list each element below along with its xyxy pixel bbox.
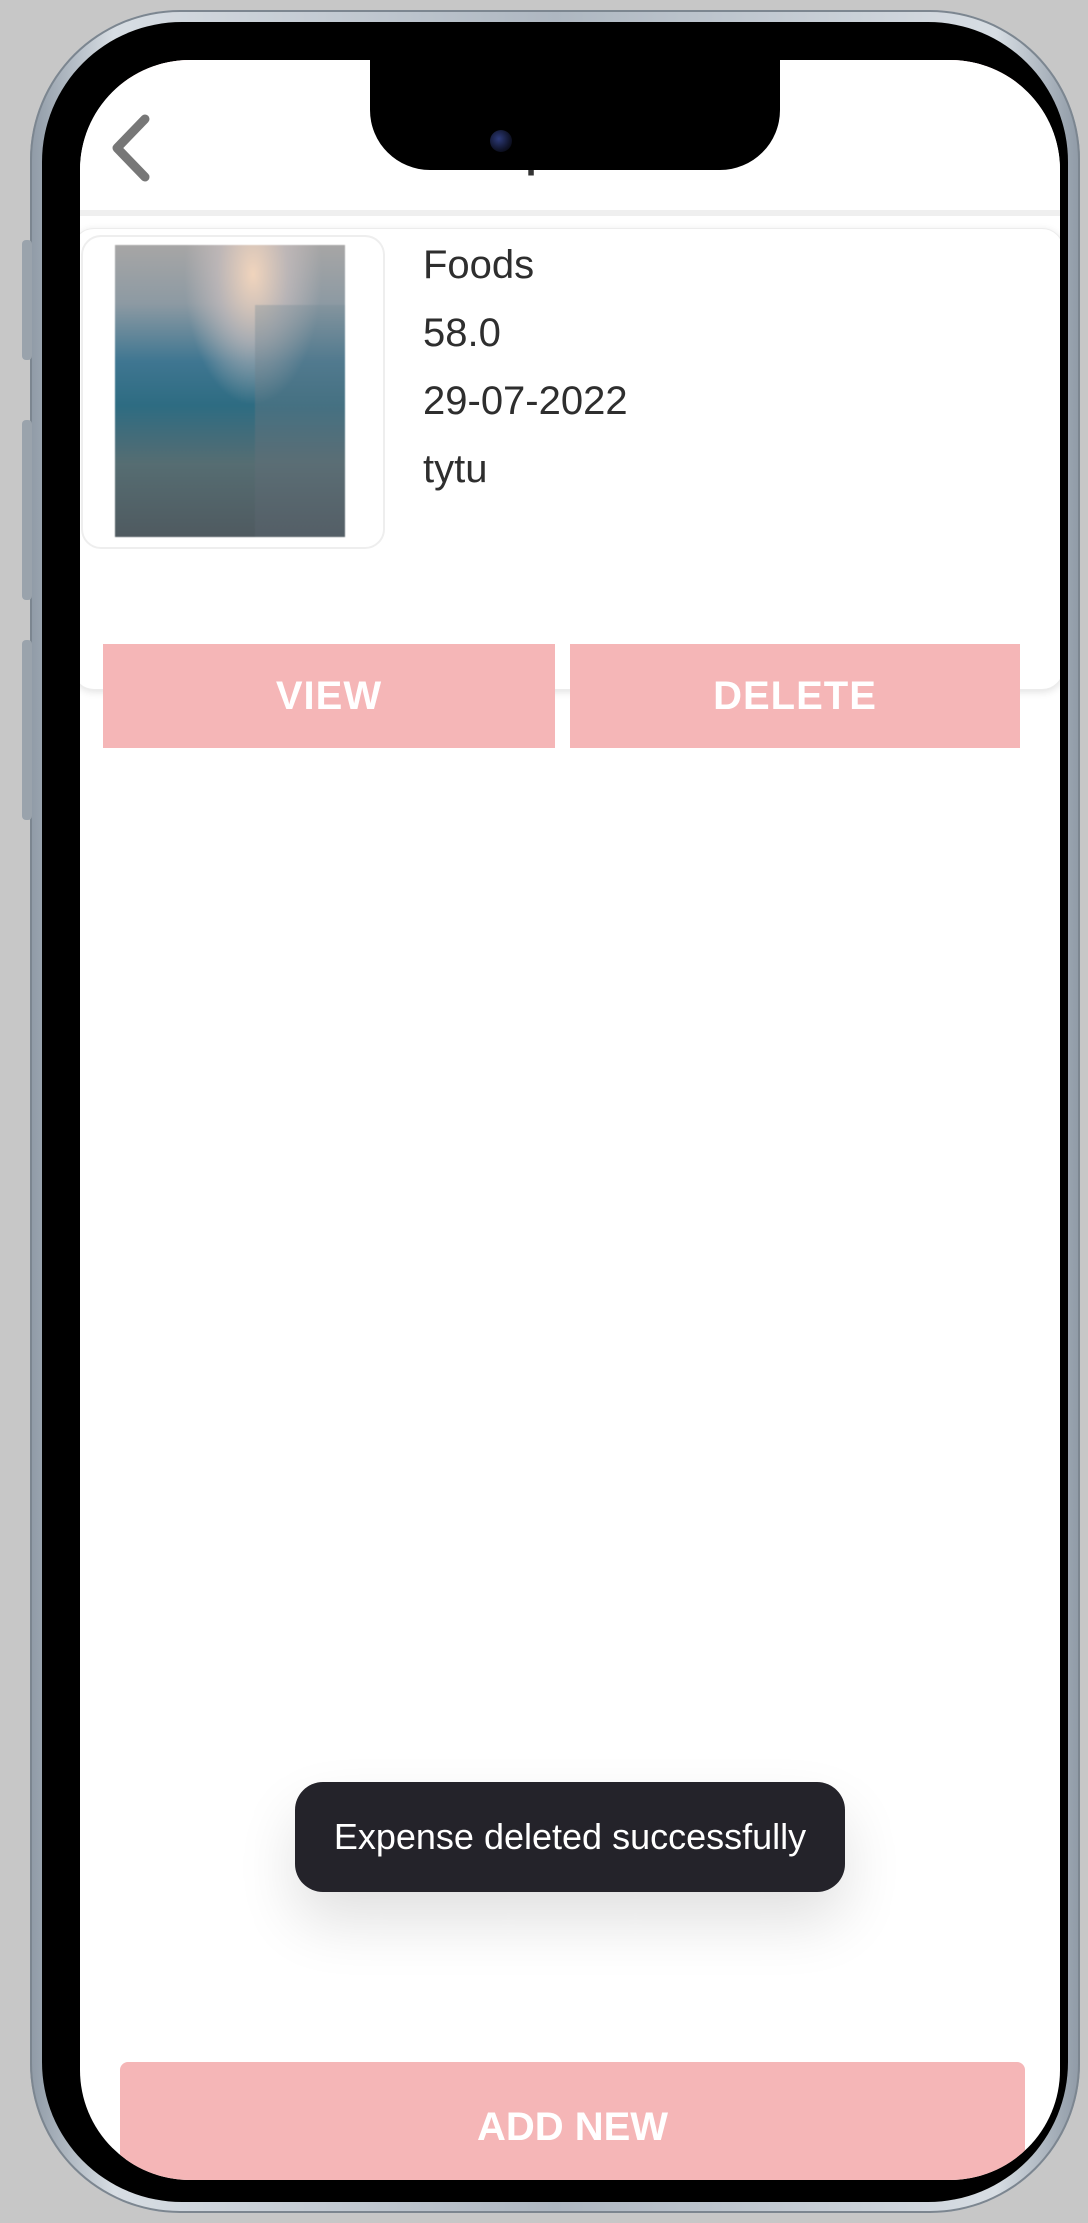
toast-message: Expense deleted successfully xyxy=(295,1782,845,1892)
front-camera-icon xyxy=(490,130,512,152)
expense-date: 29-07-2022 xyxy=(423,379,628,423)
volume-down-button xyxy=(22,640,32,820)
view-button[interactable]: VIEW xyxy=(103,644,555,748)
add-new-button[interactable]: ADD NEW xyxy=(120,2062,1025,2180)
device-notch xyxy=(370,60,780,170)
app-screen: Expenses Foods 58.0 29-07-2022 tytu VIEW… xyxy=(80,60,1060,2180)
volume-up-button xyxy=(22,420,32,600)
receipt-thumbnail-frame xyxy=(81,235,385,549)
mute-switch xyxy=(22,240,32,360)
receipt-thumbnail xyxy=(115,245,345,537)
page: Expenses Foods 58.0 29-07-2022 tytu VIEW… xyxy=(0,0,1088,2223)
expense-amount: 58.0 xyxy=(423,311,501,355)
expense-card: Foods 58.0 29-07-2022 tytu VIEW DELETE xyxy=(80,228,1060,748)
expense-note: tytu xyxy=(423,447,488,491)
delete-button[interactable]: DELETE xyxy=(570,644,1020,748)
expense-category: Foods xyxy=(423,243,535,287)
